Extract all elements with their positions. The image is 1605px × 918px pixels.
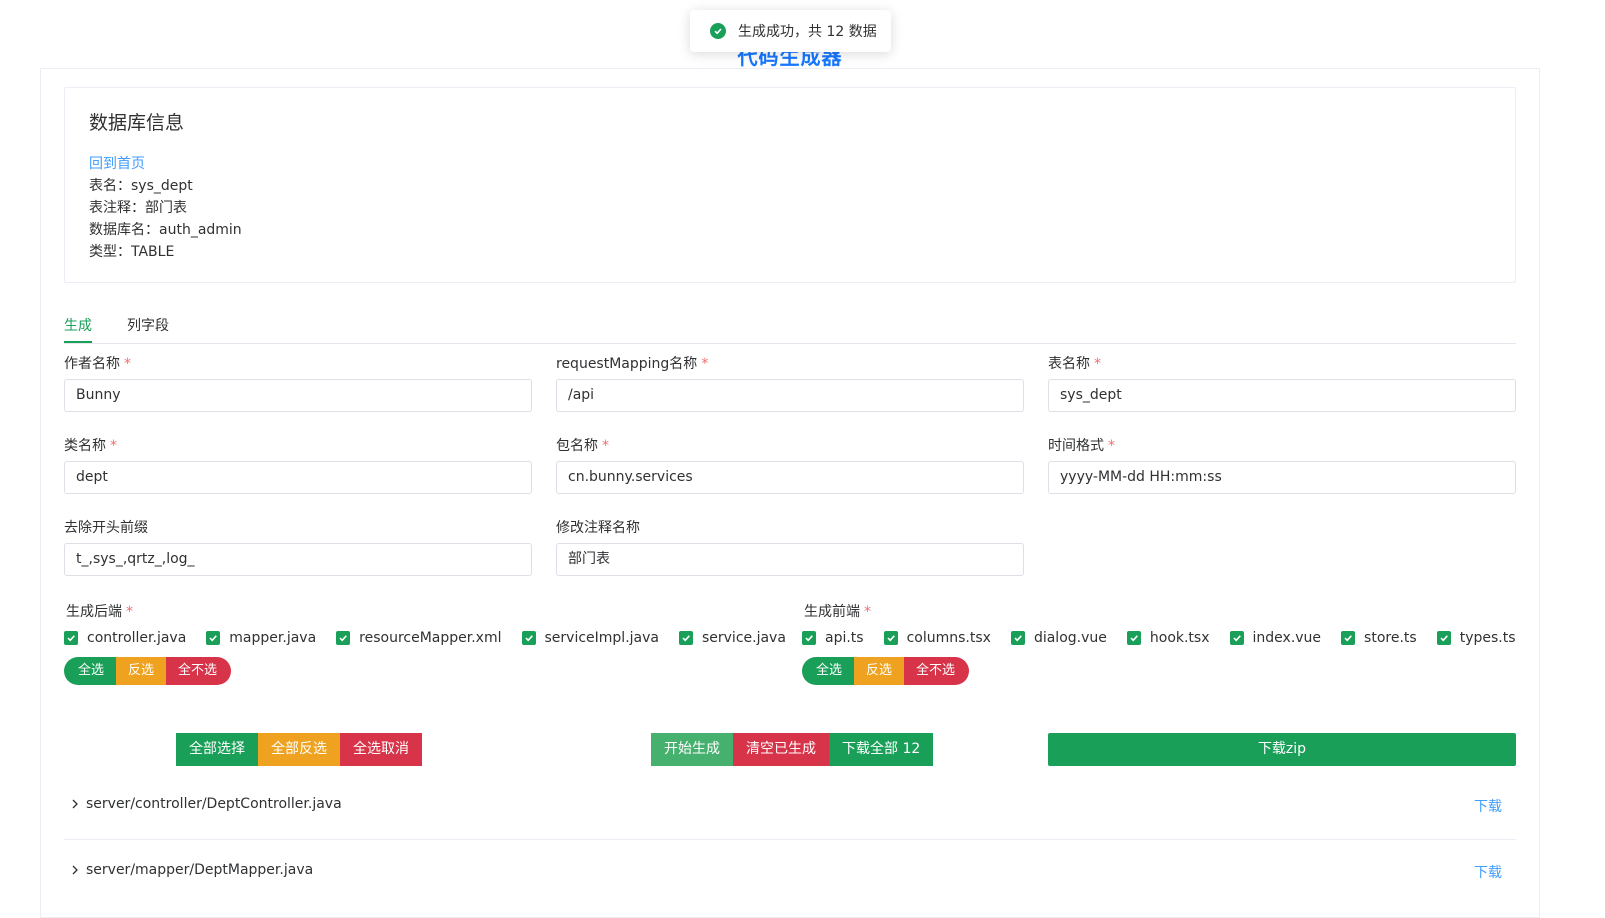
backend-label: 生成后端 * — [66, 604, 133, 620]
backend-checkbox[interactable]: controller.java — [64, 630, 186, 646]
table-name-label: 表名称 * — [1048, 356, 1101, 372]
frontend-select-all-button[interactable]: 全选 — [802, 657, 855, 685]
frontend-checkbox[interactable]: hook.tsx — [1126, 630, 1210, 646]
time-format-field: 时间格式 * yyyy-MM-dd HH:mm:ss — [1048, 435, 1516, 494]
info-table-comment: 表注释：部门表 — [89, 200, 187, 216]
backend-select-none-button[interactable]: 全不选 — [166, 657, 232, 685]
checkbox-checked-icon — [1229, 631, 1244, 645]
frontend-invert-button[interactable]: 反选 — [854, 657, 905, 685]
checkbox-checked-icon — [64, 631, 78, 645]
file-download-link[interactable]: 下载 — [1474, 862, 1502, 882]
chevron-right-icon — [72, 799, 78, 809]
package-name-field: 包名称 * cn.bunny.services — [556, 435, 1024, 494]
download-all-button[interactable]: 下载全部 12 — [829, 733, 934, 766]
frontend-label: 生成前端 * — [804, 604, 871, 620]
backend-checkbox-group: controller.java mapper.java resourceMapp… — [64, 630, 806, 646]
info-table-name: 表名：sys_dept — [89, 178, 193, 194]
checkbox-checked-icon — [802, 631, 816, 645]
tab-generate[interactable]: 生成 — [64, 315, 92, 335]
toast-message: 生成成功，共 12 数据 — [738, 24, 877, 40]
file-divider — [64, 839, 1516, 840]
file-path: server/controller/DeptController.java — [86, 796, 342, 812]
checkbox-checked-icon — [206, 631, 221, 645]
frontend-checkbox[interactable]: columns.tsx — [883, 630, 991, 646]
file-download-link[interactable]: 下载 — [1474, 796, 1502, 816]
author-field: 作者名称 * Bunny — [64, 353, 532, 412]
info-db-name: 数据库名：auth_admin — [89, 222, 242, 238]
frontend-checkbox-group: api.ts columns.tsx dialog.vue hook.tsx i… — [802, 630, 1536, 646]
tab-columns[interactable]: 列字段 — [127, 315, 169, 335]
checkbox-checked-icon — [1341, 631, 1356, 645]
request-mapping-label: requestMapping名称 * — [556, 356, 709, 372]
clear-generated-button[interactable]: 清空已生成 — [733, 733, 829, 766]
start-generate-button[interactable]: 开始生成 — [651, 733, 733, 766]
frontend-select-none-button[interactable]: 全不选 — [904, 657, 970, 685]
frontend-checkbox[interactable]: dialog.vue — [1010, 630, 1107, 646]
chevron-right-icon — [72, 865, 78, 875]
table-name-field: 表名称 * sys_dept — [1048, 353, 1516, 412]
backend-invert-button[interactable]: 反选 — [116, 657, 167, 685]
prefix-label: 去除开头前缀 — [64, 520, 148, 536]
info-type: 类型：TABLE — [89, 244, 175, 260]
class-name-label: 类名称 * — [64, 438, 117, 454]
tab-active-indicator — [64, 341, 92, 343]
time-format-label: 时间格式 * — [1048, 438, 1115, 454]
request-mapping-input[interactable]: /api — [556, 379, 1024, 412]
backend-checkbox[interactable]: service.java — [678, 630, 786, 646]
checkbox-checked-icon — [883, 631, 898, 645]
download-zip-button[interactable]: 下载zip — [1048, 733, 1516, 766]
db-info-card: 数据库信息 回到首页 表名：sys_dept 表注释：部门表 数据库名：auth… — [64, 87, 1516, 283]
prefix-field: 去除开头前缀 t_,sys_,qrtz_,log_ — [64, 517, 532, 576]
backend-checkbox[interactable]: serviceImpl.java — [521, 630, 659, 646]
generate-action-group: 开始生成 清空已生成 下载全部 12 — [651, 733, 934, 766]
all-invert-button[interactable]: 全部反选 — [258, 733, 340, 766]
request-mapping-field: requestMapping名称 * /api — [556, 353, 1024, 412]
frontend-checkbox[interactable]: api.ts — [802, 630, 864, 646]
success-toast: 生成成功，共 12 数据 — [690, 10, 891, 52]
package-name-label: 包名称 * — [556, 438, 609, 454]
all-cancel-button[interactable]: 全选取消 — [340, 733, 422, 766]
backend-checkbox[interactable]: mapper.java — [206, 630, 316, 646]
time-format-input[interactable]: yyyy-MM-dd HH:mm:ss — [1048, 461, 1516, 494]
frontend-checkbox[interactable]: store.ts — [1341, 630, 1417, 646]
class-name-field: 类名称 * dept — [64, 435, 532, 494]
comment-input[interactable]: 部门表 — [556, 543, 1024, 576]
checkbox-checked-icon — [1010, 631, 1025, 645]
file-row[interactable]: server/controller/DeptController.java 下载 — [64, 784, 1516, 828]
file-path: server/mapper/DeptMapper.java — [86, 862, 314, 878]
comment-label: 修改注释名称 — [556, 520, 640, 536]
author-input[interactable]: Bunny — [64, 379, 532, 412]
home-link[interactable]: 回到首页 — [89, 153, 1491, 175]
table-name-input[interactable]: sys_dept — [1048, 379, 1516, 412]
frontend-checkbox[interactable]: index.vue — [1229, 630, 1321, 646]
backend-select-all-button[interactable]: 全选 — [64, 657, 117, 685]
success-check-icon — [710, 23, 726, 39]
tab-bar: 生成 列字段 — [64, 308, 1516, 344]
prefix-input[interactable]: t_,sys_,qrtz_,log_ — [64, 543, 532, 576]
class-name-input[interactable]: dept — [64, 461, 532, 494]
all-select-button[interactable]: 全部选择 — [176, 733, 258, 766]
frontend-button-group: 全选 反选 全不选 — [802, 657, 970, 685]
checkbox-checked-icon — [1126, 631, 1141, 645]
checkbox-checked-icon — [1436, 631, 1451, 645]
package-name-input[interactable]: cn.bunny.services — [556, 461, 1024, 494]
author-label: 作者名称 * — [64, 356, 131, 372]
checkbox-checked-icon — [521, 631, 536, 645]
frontend-checkbox[interactable]: types.ts — [1436, 630, 1516, 646]
file-row[interactable]: server/mapper/DeptMapper.java 下载 — [64, 850, 1516, 894]
backend-button-group: 全选 反选 全不选 — [64, 657, 232, 685]
checkbox-checked-icon — [336, 631, 351, 645]
backend-checkbox[interactable]: resourceMapper.xml — [336, 630, 502, 646]
checkbox-checked-icon — [678, 631, 693, 645]
global-select-group: 全部选择 全部反选 全选取消 — [176, 733, 422, 766]
db-info-heading: 数据库信息 — [89, 112, 185, 134]
comment-field: 修改注释名称 部门表 — [556, 517, 1024, 576]
